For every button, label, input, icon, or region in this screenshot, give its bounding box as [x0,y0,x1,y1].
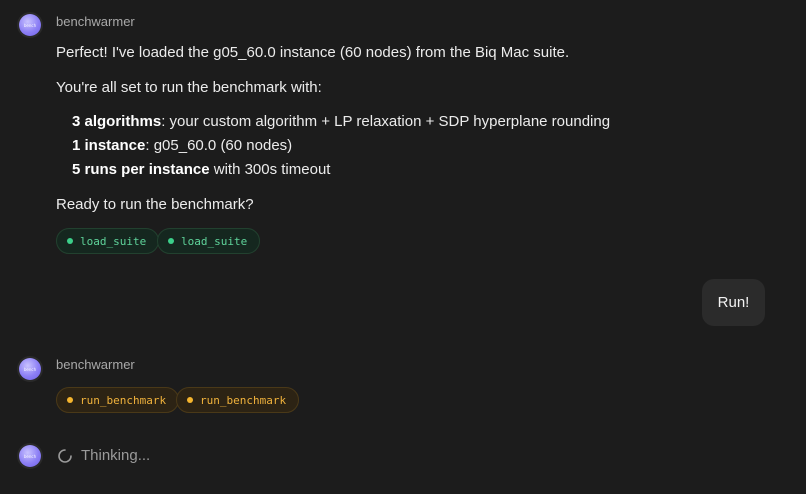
thinking-status: Thinking... [81,447,151,464]
bullet-algorithms-text: : your custom algorithm + LP relaxation … [161,113,611,130]
user-message-text: Run! [717,294,750,311]
bullet-runs-text: with 300s timeout [209,161,331,178]
bullet-instance-text: : g05_60.0 (60 nodes) [145,137,293,154]
message-text-intro: Perfect! I've loaded the g05_60.0 instan… [56,44,570,61]
assistant-avatar: bench [19,358,41,380]
assistant-avatar: bench [19,445,41,467]
tool-call-label: load_suite [181,234,248,248]
tool-call-run-benchmark[interactable]: run_benchmark [176,387,300,413]
message-text-summary: You're all set to run the benchmark with… [56,79,322,96]
loading-spinner-icon [58,449,72,463]
avatar-label: bench [23,366,37,372]
bullet-instance-bold: 1 instance [72,137,146,154]
assistant-name: benchwarmer [56,14,135,29]
bullet-instance: 1 instance: g05_60.0 (60 nodes) [72,137,292,154]
assistant-name: benchwarmer [56,357,135,372]
avatar-label: bench [23,453,37,459]
tool-call-label: load_suite [80,234,147,248]
status-dot-icon [187,397,193,403]
user-message-bubble: Run! [702,279,765,326]
tool-call-load-suite[interactable]: load_suite [56,228,160,254]
status-dot-icon [67,238,73,244]
tool-call-label: run_benchmark [80,393,167,407]
bullet-algorithms: 3 algorithms: your custom algorithm + LP… [72,113,610,130]
avatar-label: bench [23,22,37,28]
status-dot-icon [67,397,73,403]
bullet-runs-bold: 5 runs per instance [72,161,210,178]
bullet-algorithms-bold: 3 algorithms [72,113,162,130]
message-text-question: Ready to run the benchmark? [56,196,254,213]
bullet-runs: 5 runs per instance with 300s timeout [72,161,330,178]
tool-call-run-benchmark[interactable]: run_benchmark [56,387,180,413]
tool-call-label: run_benchmark [200,393,287,407]
tool-call-load-suite[interactable]: load_suite [157,228,261,254]
status-dot-icon [168,238,174,244]
assistant-avatar: bench [19,14,41,36]
